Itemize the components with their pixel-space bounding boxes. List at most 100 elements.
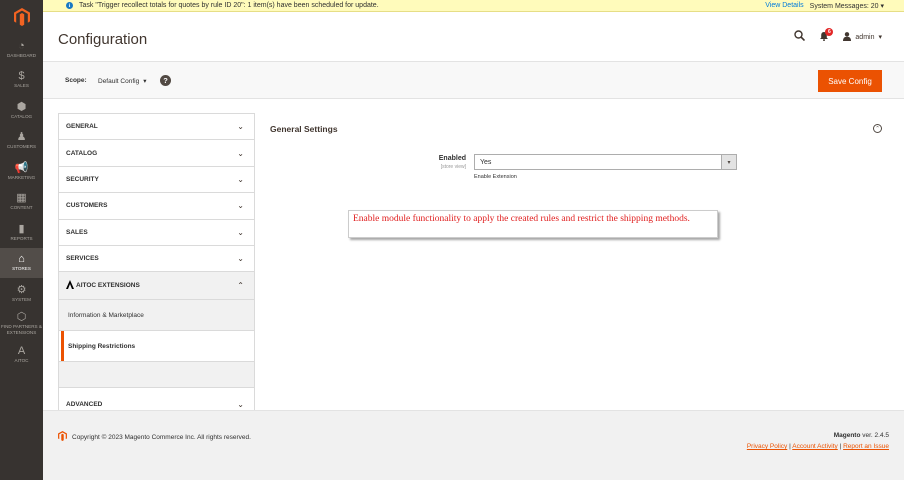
nav-item-system[interactable]: ⚙ SYSTEM (0, 278, 43, 309)
copyright-text: Copyright © 2023 Magento Commerce Inc. A… (72, 434, 251, 441)
dashboard-icon: ◔ (18, 39, 25, 52)
nav-item-label: FIND PARTNERS & EXTENSIONS (1, 324, 42, 335)
tab-sales[interactable]: SALES ⌄ (59, 219, 254, 246)
save-config-button[interactable]: Save Config (818, 70, 882, 92)
user-icon (843, 31, 852, 43)
enabled-select[interactable]: Yes ▾ (474, 154, 737, 170)
bar-chart-icon: ▮ (18, 222, 25, 235)
nav-item-customers[interactable]: ♟ CUSTOMERS (0, 126, 43, 157)
account-activity-link[interactable]: Account Activity (792, 443, 838, 450)
footer-brand: Magento (833, 432, 861, 439)
config-tabs: GENERAL ⌄ CATALOG ⌄ SECURITY ⌄ CUSTOMERS ⌄ S… (58, 113, 255, 423)
chevron-down-icon: ⌄ (237, 227, 244, 237)
link-separator: | (839, 443, 842, 450)
tab-shipping-restrictions[interactable]: Shipping Restrictions (59, 331, 254, 363)
gear-icon: ⚙ (16, 283, 27, 296)
nav-item-catalog[interactable]: ⬢ CATALOG (0, 95, 43, 126)
tab-security-label: SECURITY (66, 175, 99, 183)
annotation-callout: Enable module functionality to apply the… (348, 210, 718, 238)
info-icon: i (66, 2, 73, 9)
nav-item-label: CONTENT (10, 205, 33, 211)
scope-help-icon[interactable]: ? (160, 75, 171, 86)
nav-item-label: REPORTS (10, 235, 33, 241)
tab-security[interactable]: SECURITY ⌄ (59, 166, 254, 194)
nav-item-label: CATALOG (10, 113, 33, 119)
tab-services[interactable]: SERVICES ⌄ (59, 245, 254, 273)
footer-version: Magento ver. 2.4.5 (834, 432, 889, 439)
tab-information-marketplace[interactable]: Information & Marketplace (59, 300, 254, 332)
nav-item-find-partners-extensions[interactable]: ⬡ FIND PARTNERS & EXTENSIONS (0, 309, 43, 340)
cube-icon: ⬢ (16, 100, 27, 113)
tab-customers-label: CUSTOMERS (66, 202, 108, 210)
layout-icon: ▦ (16, 192, 27, 205)
chevron-down-icon: ⌄ (237, 400, 244, 410)
nav-item-label: SALES (14, 83, 29, 89)
search-icon[interactable] (794, 30, 806, 44)
enabled-field-scope: [store view] (440, 164, 466, 170)
scope-label: Scope: (65, 77, 87, 84)
chevron-down-icon: ▾ (880, 2, 884, 10)
caret-down-icon: ▾ (143, 78, 147, 85)
nav-item-sales[interactable]: $ SALES (0, 65, 43, 96)
system-message-text: Task "Trigger recollect totals for quote… (79, 2, 379, 9)
nav-item-label: AITOC (14, 357, 29, 363)
tab-information-marketplace-label: Information & Marketplace (68, 311, 144, 319)
view-details-link[interactable]: View Details (765, 2, 803, 9)
aitoc-icon: A (17, 344, 26, 357)
link-separator: | (789, 443, 791, 450)
report-issue-link[interactable]: Report an Issue (843, 443, 889, 450)
tab-customers[interactable]: CUSTOMERS ⌄ (59, 193, 254, 220)
tab-general[interactable]: GENERAL ⌄ (59, 114, 254, 141)
scope-value: Default Config (98, 77, 140, 85)
nav-item-dashboard[interactable]: ◔ DASHBOARD (0, 34, 43, 65)
dollar-icon: $ (18, 70, 25, 83)
storefront-icon: ⌂ (18, 253, 25, 266)
admin-user-menu[interactable]: admin ▾ (843, 31, 882, 43)
tab-services-label: SERVICES (66, 255, 99, 263)
tab-advanced-label: ADVANCED (66, 401, 103, 409)
box-icon: ⬡ (16, 311, 27, 324)
nav-item-label: MARKETING (7, 174, 36, 180)
scope-switcher[interactable]: Default Config ▾ (98, 77, 147, 86)
nav-item-reports[interactable]: ▮ REPORTS (0, 217, 43, 248)
tab-aitoc-extensions[interactable]: AITOC EXTENSIONS ⌃ (59, 272, 254, 301)
admin-sidebar: ◔ DASHBOARD $ SALES ⬢ CATALOG ♟ CUSTOMERS 📢 MARKE… (0, 0, 43, 480)
page-footer: Copyright © 2023 Magento Commerce Inc. A… (43, 410, 904, 480)
collapse-section-icon[interactable]: ⌃ (873, 124, 882, 133)
tab-group-spacer (59, 362, 254, 389)
footer-copyright: Copyright © 2023 Magento Commerce Inc. A… (58, 431, 251, 444)
chevron-down-icon: ⌄ (237, 254, 244, 264)
system-messages-toggle[interactable]: System Messages: 20 ▾ (810, 2, 884, 10)
notifications-count-badge: 6 (825, 27, 834, 36)
nav-item-marketing[interactable]: 📢 MARKETING (0, 156, 43, 187)
enabled-field-label: Enabled (438, 155, 466, 162)
nav-item-label: SYSTEM (12, 296, 31, 302)
enabled-select-value: Yes (480, 158, 492, 166)
chevron-down-icon: ⌄ (237, 201, 244, 211)
magento-small-logo-icon (58, 431, 67, 444)
tab-shipping-restrictions-label: Shipping Restrictions (68, 342, 136, 350)
section-title-general-settings[interactable]: General Settings (270, 124, 338, 134)
header-actions: 6 admin ▾ (794, 27, 882, 44)
footer-links: Privacy Policy | Account Activity | Repo… (747, 443, 889, 450)
nav-item-label: STORES (12, 266, 31, 272)
megaphone-icon: 📢 (14, 161, 29, 174)
magento-logo-icon (13, 8, 30, 26)
chevron-down-icon: ⌄ (237, 122, 244, 132)
tab-general-label: GENERAL (66, 123, 98, 131)
nav-item-label: CUSTOMERS (6, 144, 37, 150)
tab-sales-label: SALES (66, 228, 88, 236)
aitoc-logo-icon (66, 279, 74, 292)
magento-logo[interactable] (0, 0, 43, 34)
chevron-down-icon: ⌄ (237, 174, 244, 184)
tab-catalog[interactable]: CATALOG ⌄ (59, 140, 254, 167)
notifications-bell-icon[interactable]: 6 (819, 27, 834, 44)
system-messages-label: System Messages: 20 (809, 2, 879, 10)
nav-item-stores[interactable]: ⌂ STORES (0, 247, 43, 278)
tab-catalog-label: CATALOG (66, 149, 98, 157)
nav-item-content[interactable]: ▦ CONTENT (0, 187, 43, 218)
nav-item-aitoc[interactable]: A AITOC (0, 339, 43, 370)
privacy-policy-link[interactable]: Privacy Policy (747, 443, 787, 450)
enabled-field-note: Enable Extension (474, 174, 517, 180)
scope-bar: Scope: Default Config ▾ ? Save Config (43, 61, 904, 99)
